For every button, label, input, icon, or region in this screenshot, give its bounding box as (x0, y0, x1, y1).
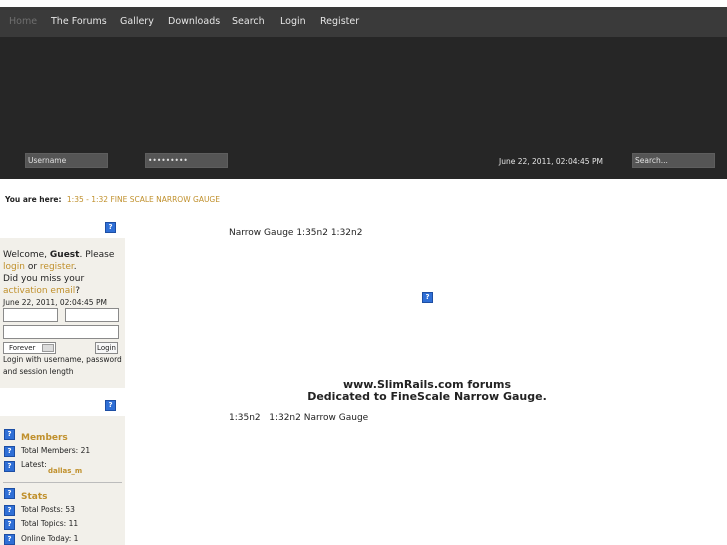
question-mark-text: ? (75, 286, 81, 296)
nav-downloads[interactable]: Downloads (168, 16, 220, 27)
please-text: . Please (79, 250, 115, 260)
site-header: Username ••••••••• June 22, 2011, 02:04:… (0, 37, 727, 179)
header-search-input[interactable]: Search... (632, 153, 715, 168)
members-title: Members (21, 433, 68, 443)
total-posts: Total Posts: 53 (21, 505, 75, 514)
period-text: . (73, 262, 77, 272)
or-text: or (27, 262, 38, 272)
session-length-select[interactable]: Forever (3, 342, 56, 354)
main-nav: Home The Forums Gallery Downloads Search… (0, 7, 727, 37)
login-box-datetime: June 22, 2011, 02:04:45 PM (3, 298, 107, 307)
nav-search[interactable]: Search (232, 16, 265, 27)
total-members-icon: ? (4, 446, 15, 457)
forum-title: www.SlimRails.com forums Dedicated to Fi… (229, 379, 625, 403)
guest-name: Guest (49, 250, 80, 260)
top-strip (0, 0, 727, 7)
latest-label: Latest: (21, 460, 47, 469)
forum-title-line2: Dedicated to FineScale Narrow Gauge. (307, 390, 547, 403)
nav-login[interactable]: Login (280, 16, 306, 27)
nav-forums[interactable]: The Forums (51, 16, 107, 27)
question-image-icon: ? (422, 292, 433, 303)
online-today: Online Today: 1 (21, 534, 79, 543)
stats-title: Stats (21, 492, 48, 502)
miss-text: Did you miss your (3, 274, 85, 284)
nav-gallery[interactable]: Gallery (120, 16, 154, 27)
login-link[interactable]: login (3, 262, 25, 272)
question-image-icon: ? (105, 222, 116, 233)
online-today-icon: ? (4, 534, 15, 545)
header-username-input[interactable]: Username (25, 153, 108, 168)
nav-home[interactable]: Home (9, 16, 37, 27)
login-password-input[interactable] (65, 308, 119, 322)
header-datetime: June 22, 2011, 02:04:45 PM (499, 157, 603, 166)
login-hint: Login with username, password and sessio… (3, 355, 122, 376)
stats-icon: ? (4, 488, 15, 499)
members-icon: ? (4, 429, 15, 440)
latest-member-link[interactable]: dallas_m (48, 467, 82, 475)
register-link[interactable]: register (40, 262, 74, 272)
login-openid-input[interactable] (3, 325, 119, 339)
login-button[interactable]: Login (95, 342, 118, 354)
latest-member-icon: ? (4, 461, 15, 472)
stats-divider (3, 482, 122, 483)
total-posts-icon: ? (4, 505, 15, 516)
total-members: Total Members: 21 (21, 446, 91, 455)
nav-register[interactable]: Register (320, 16, 359, 27)
main-bottom-text: 1:35n2 1:32n2 Narrow Gauge (229, 413, 369, 423)
total-topics-icon: ? (4, 519, 15, 530)
question-image-icon: ? (105, 400, 116, 411)
welcome-label: Welcome, (3, 250, 48, 260)
login-username-input[interactable] (3, 308, 58, 322)
select-arrow-icon (42, 344, 54, 352)
breadcrumb-link[interactable]: 1:35 - 1:32 FINE SCALE NARROW GAUGE (67, 195, 220, 204)
total-topics: Total Topics: 11 (21, 519, 79, 528)
header-password-input[interactable]: ••••••••• (145, 153, 228, 168)
activation-email-link[interactable]: activation email (3, 286, 75, 296)
breadcrumb-label: You are here: (5, 195, 62, 204)
welcome-text: Welcome, Guest. Please login or register… (3, 249, 123, 309)
session-length-value: Forever (9, 344, 36, 352)
main-top-text: Narrow Gauge 1:35n2 1:32n2 (229, 228, 363, 238)
breadcrumb: You are here: 1:35 - 1:32 FINE SCALE NAR… (5, 195, 220, 204)
